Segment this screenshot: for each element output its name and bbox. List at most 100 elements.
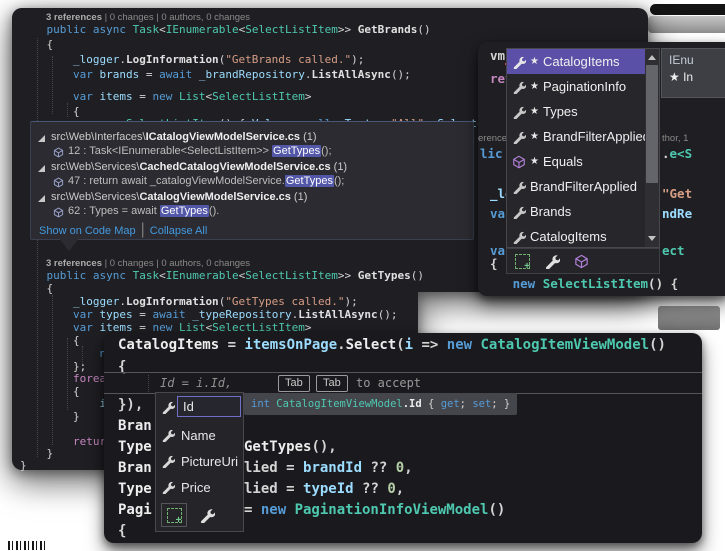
- completion-scrollbar[interactable]: [645, 49, 659, 247]
- ghost-suggestion-text: Id = i.Id,: [160, 373, 232, 393]
- code-line: .e<S: [662, 146, 692, 161]
- peek-file-row[interactable]: src\Web\Services\CatalogViewModelService…: [51, 191, 307, 204]
- intellicode-star-icon: ★: [530, 56, 539, 67]
- reference-highlight: GetTypes: [272, 145, 321, 157]
- expander-add-icon[interactable]: [515, 254, 530, 269]
- code-line: }: [20, 410, 80, 424]
- code-line: CatalogItems = itemsOnPage.Select(i => n…: [118, 336, 666, 354]
- completion-item-paginationinfo[interactable]: ★ PaginationInfo: [507, 74, 645, 99]
- code-line: }: [20, 459, 27, 473]
- show-on-code-map-link[interactable]: Show on Code Map: [39, 225, 136, 237]
- code-line: }),: [118, 396, 143, 414]
- code-line: {: [20, 334, 80, 348]
- code-line: var items = new List<SelectListItem>: [20, 90, 311, 104]
- code-line: it: [20, 397, 113, 411]
- completion-item-brandfilterapplied[interactable]: ★ BrandFilterApplied: [507, 124, 645, 149]
- code-line: {: [118, 522, 126, 540]
- completion-item-catalogitems[interactable]: ★ CatalogItems: [507, 49, 645, 74]
- completion-item-pictureuri[interactable]: PictureUri: [156, 449, 243, 473]
- code-line: foreac: [20, 372, 113, 386]
- expander-icon[interactable]: [38, 135, 45, 142]
- intellicode-star-icon: ★: [530, 81, 539, 92]
- property-wrench-icon: [512, 80, 526, 94]
- code-line: Type: [118, 480, 152, 498]
- intellicode-star-icon: ★: [530, 156, 539, 167]
- symbol-cube-icon: [53, 147, 64, 158]
- code-line: ect: [662, 243, 685, 258]
- intellicode-star-icon: ★: [530, 106, 539, 117]
- completion-item-price[interactable]: Price: [156, 475, 243, 499]
- code-line: lied = typeId ?? 0,: [244, 480, 404, 498]
- code-line: = new PaginationInfoViewModel(): [244, 501, 505, 519]
- completion-item-brandfilterapplied[interactable]: BrandFilterApplied: [507, 174, 645, 199]
- completion-item-equals[interactable]: ★ Equals: [507, 149, 645, 174]
- code-line: Type: [118, 438, 152, 456]
- completion-filter-bar: [506, 248, 660, 274]
- scrollbar-thumb[interactable]: [646, 65, 658, 183]
- property-wrench-icon: [512, 55, 526, 69]
- completion-item-name[interactable]: Name: [156, 423, 243, 447]
- code-line: "Get: [662, 186, 692, 201]
- background-window-edge-dark: [650, 4, 725, 15]
- property-wrench-icon: [512, 105, 526, 119]
- property-wrench-icon: [161, 454, 175, 468]
- collapse-all-link[interactable]: Collapse All: [150, 225, 207, 237]
- accept-hint-text: to accept: [356, 373, 421, 393]
- property-wrench-icon: [512, 205, 526, 219]
- peek-file-row[interactable]: src\Web\Services\CachedCatalogViewModelS…: [51, 161, 347, 174]
- expander-icon[interactable]: [38, 195, 45, 202]
- code-line: Pagi: [118, 501, 152, 519]
- background-fragment-gray: [658, 306, 720, 330]
- intellicode-suggestion-band: Id = i.Id, Tab Tab to accept: [104, 372, 702, 394]
- symbol-cube-icon: [53, 207, 64, 218]
- filter-properties-wrench-icon[interactable]: [199, 507, 215, 523]
- selected-completion-box[interactable]: Id: [177, 396, 241, 417]
- code-line: var brands = await _brandRepository.List…: [20, 68, 411, 82]
- expander-icon[interactable]: [38, 165, 45, 172]
- tooltip-type-text: IEnu: [669, 52, 725, 68]
- code-line: new SelectListItem() {: [490, 276, 678, 291]
- filter-properties-wrench-icon[interactable]: [544, 253, 560, 269]
- code-line: {: [20, 38, 53, 52]
- peek-reference-row[interactable]: 62 : Types = await GetTypes().: [68, 205, 219, 218]
- tab-key-badge: Tab: [316, 375, 348, 392]
- code-line: {: [490, 256, 498, 271]
- peek-reference-row[interactable]: 47 : return await _catalogViewModelServi…: [68, 175, 344, 188]
- peek-reference-row[interactable]: 12 : Task<IEnumerable<SelectListItem>> G…: [68, 145, 332, 158]
- completion-info-tooltip: int CatalogItemViewModel.Id { get; set; …: [244, 393, 517, 415]
- background-window-edge-gray: [648, 16, 725, 33]
- code-line: Bran: [118, 459, 152, 477]
- intellisense-completion-list: ★ CatalogItems ★ PaginationInfo ★ Types …: [506, 48, 660, 248]
- code-line: lied = brandId ?? 0,: [244, 459, 413, 477]
- filter-methods-cube-icon[interactable]: [574, 254, 589, 269]
- scroll-down-icon[interactable]: [648, 236, 656, 241]
- code-line: public async Task<IEnumerable<SelectList…: [20, 269, 424, 283]
- code-line: public async Task<IEnumerable<SelectList…: [20, 23, 431, 37]
- reference-highlight: GetTypes: [285, 175, 334, 187]
- completion-item-types[interactable]: ★ Types: [507, 99, 645, 124]
- codelens-fragment: thor, 1: [662, 133, 688, 145]
- property-wrench-icon: [512, 180, 526, 194]
- expander-add-icon[interactable]: [161, 503, 187, 527]
- completion-item-brands[interactable]: Brands: [507, 199, 645, 224]
- peek-anchor-arrow: [58, 237, 80, 251]
- zoomed-editor-window: CatalogItems = itemsOnPage.Select(i => n…: [104, 333, 702, 543]
- indent-guide: [148, 375, 149, 392]
- property-wrench-icon: [161, 428, 175, 442]
- code-line: Bran: [118, 417, 152, 435]
- method-cube-icon: [512, 155, 526, 169]
- code-line: _logger.LogInformation("GetBrands called…: [20, 53, 364, 67]
- completion-item-catalogitems[interactable]: CatalogItems: [507, 224, 645, 249]
- property-wrench-icon: [161, 480, 175, 494]
- symbol-cube-icon: [53, 177, 64, 188]
- scroll-up-icon[interactable]: [648, 55, 656, 60]
- completion-item-id[interactable]: Id: [156, 395, 243, 419]
- peek-file-row[interactable]: src\Web\Interfaces\ICatalogViewModelServ…: [51, 131, 317, 144]
- completion-filter-bar: [158, 501, 245, 529]
- barcode-artifact: [8, 541, 48, 550]
- code-line: _logger.LogInformation("GetTypes called.…: [20, 295, 358, 309]
- code-line: lic: [480, 146, 503, 161]
- tooltip-intellicode-text: ★ In: [669, 68, 725, 86]
- code-line: var types = await _typeRepository.ListAl…: [20, 308, 398, 322]
- intellisense-completion-list: Id Name PictureUri Price: [155, 392, 244, 532]
